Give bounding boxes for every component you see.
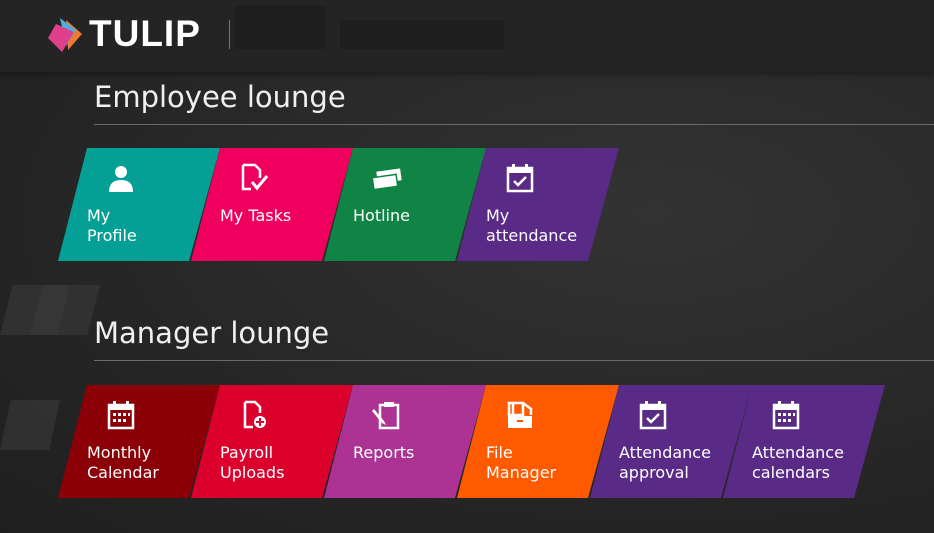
background-decoration <box>0 400 60 450</box>
document-add-icon <box>238 399 270 431</box>
redacted-area <box>340 20 504 49</box>
clipboard-pencil-icon <box>371 399 403 431</box>
employee-lounge-title: Employee lounge <box>94 80 346 114</box>
tile-label: Reports <box>353 443 415 462</box>
calendar-icon <box>770 399 802 431</box>
manager-lounge-title: Manager lounge <box>94 316 330 350</box>
tile-label: My Profile <box>87 206 137 245</box>
cards-icon <box>371 162 403 194</box>
tile-label: Hotline <box>353 206 410 225</box>
header-divider <box>229 20 230 49</box>
tile-label: Monthly Calendar <box>87 443 159 482</box>
divider <box>94 360 934 361</box>
tile-label: Attendance approval <box>619 443 711 482</box>
file-cabinet-icon <box>504 399 536 431</box>
divider <box>94 124 934 125</box>
tile-label: Payroll Uploads <box>220 443 285 482</box>
calendar-check-icon <box>504 162 536 194</box>
calendar-icon <box>105 399 137 431</box>
tile-label: My Tasks <box>220 206 292 225</box>
document-check-icon <box>238 162 270 194</box>
user-icon <box>105 162 137 194</box>
tulip-logo-icon <box>48 18 82 52</box>
redacted-area <box>235 6 326 49</box>
tile-label: Attendance calendars <box>752 443 844 482</box>
calendar-check-icon <box>637 399 669 431</box>
tile-label: My attendance <box>486 206 578 245</box>
tile-label: File Manager <box>486 443 557 482</box>
app-header: TULIP <box>0 0 934 72</box>
brand-name: TULIP <box>89 13 201 54</box>
